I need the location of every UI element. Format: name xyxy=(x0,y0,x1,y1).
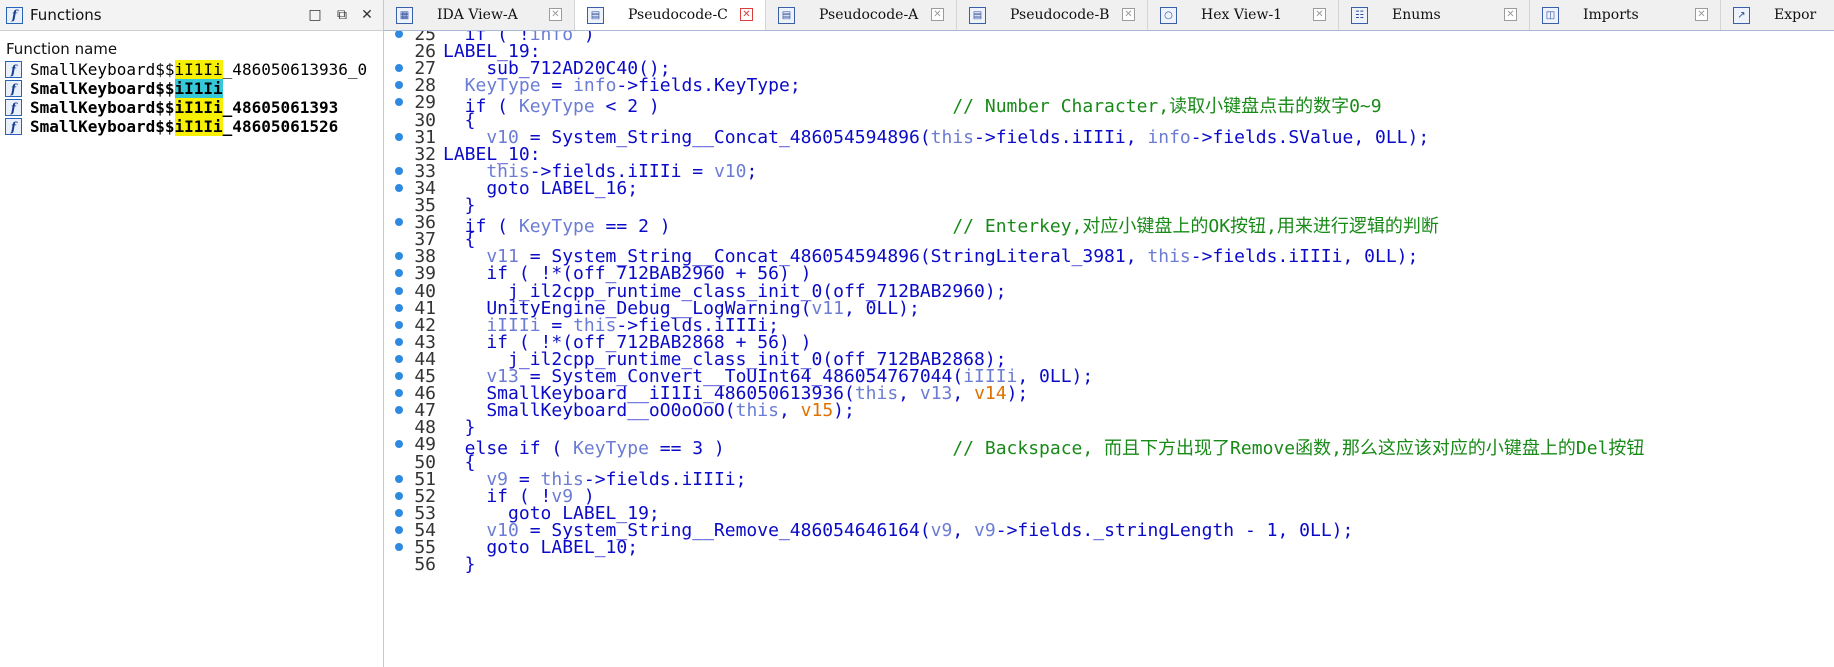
pseudocode-icon: ▤ xyxy=(587,6,604,24)
tab-imports[interactable]: ◫ Imports ✕ xyxy=(1530,0,1721,30)
function-list-item[interactable]: f SmallKeyboard$$iI1Ii_48605061526 xyxy=(0,117,383,136)
breakpoint-dot-icon[interactable] xyxy=(395,183,403,192)
breakpoint-dot-icon[interactable] xyxy=(395,320,403,329)
breakpoint-dot-icon[interactable] xyxy=(395,132,403,141)
tab-pseudocode-b[interactable]: ▤ Pseudocode-B ✕ xyxy=(957,0,1148,30)
function-icon: f xyxy=(5,99,22,116)
breakpoint-dot-icon[interactable] xyxy=(395,389,403,398)
tab-hex-view-1[interactable]: ○ Hex View-1 ✕ xyxy=(1148,0,1339,30)
function-name: SmallKeyboard$$iI1Ii_48605061393 xyxy=(30,98,338,117)
breakpoint-dot-icon[interactable] xyxy=(395,491,403,500)
breakpoint-dot-icon[interactable] xyxy=(395,269,403,278)
breakpoint-dot-icon[interactable] xyxy=(395,525,403,534)
tab-close-icon[interactable]: ✕ xyxy=(1313,8,1326,21)
breakpoint-dot-icon[interactable] xyxy=(395,543,403,551)
function-list: f SmallKeyboard$$iI1Ii_486050613936_0 f Sma… xyxy=(0,60,383,136)
function-icon: f xyxy=(6,6,23,24)
breakpoint-dot-icon[interactable] xyxy=(395,166,403,175)
breakpoint-dot-icon[interactable] xyxy=(395,286,403,295)
tab-close-icon[interactable]: ✕ xyxy=(1695,8,1708,21)
function-icon: f xyxy=(5,61,22,78)
tab-close-icon[interactable]: ✕ xyxy=(740,8,753,21)
exports-icon: ↗ xyxy=(1733,6,1750,24)
breakpoint-dot-icon[interactable] xyxy=(395,474,403,483)
tab-label: IDA View-A xyxy=(437,7,518,23)
breakpoint-dot-icon[interactable] xyxy=(395,64,403,73)
tab-pseudocode-a[interactable]: ▤ Pseudocode-A ✕ xyxy=(766,0,957,30)
breakpoint-dot-icon[interactable] xyxy=(395,354,403,363)
tab-bar: ▦ IDA View-A ✕ ▤ Pseudocode-C ✕ ▤ Pseudocode-A ✕… xyxy=(384,0,1834,31)
function-list-item[interactable]: f SmallKeyboard$$iI1Ii_486050613936_0 xyxy=(0,60,383,79)
breakpoint-dot-icon[interactable] xyxy=(395,508,403,517)
tab-label: Pseudocode-C xyxy=(628,7,728,23)
breakpoint-dot-icon[interactable] xyxy=(395,303,403,312)
breakpoint-dot-icon[interactable] xyxy=(395,81,403,90)
breakpoint-dot-icon[interactable] xyxy=(395,440,403,449)
code-text: } xyxy=(443,554,476,575)
breakpoint-dot-icon[interactable] xyxy=(395,98,403,107)
function-name-prefix: SmallKeyboard$$ xyxy=(30,98,175,117)
tab-label: Hex View-1 xyxy=(1201,7,1283,23)
tab-close-icon[interactable]: ✕ xyxy=(931,8,944,21)
function-name: SmallKeyboard$$iI1Ii xyxy=(30,79,223,98)
functions-title: Functions xyxy=(30,6,102,24)
tab-pseudocode-c[interactable]: ▤ Pseudocode-C ✕ xyxy=(575,0,766,30)
function-name-highlight: iI1Ii xyxy=(174,60,223,79)
maximize-icon[interactable]: □ xyxy=(306,6,324,24)
function-name-column-header[interactable]: Function name xyxy=(0,31,383,60)
restore-icon[interactable]: ⧉ xyxy=(333,6,351,24)
tab-label: Enums xyxy=(1392,7,1441,23)
tab-close-icon[interactable]: ✕ xyxy=(1504,8,1517,21)
ida-view-icon: ▦ xyxy=(396,6,413,24)
close-icon[interactable]: ✕ xyxy=(358,6,376,24)
code-line[interactable]: 56 } xyxy=(384,554,1834,576)
function-name-suffix: _48605061526 xyxy=(222,117,339,136)
function-name-prefix: SmallKeyboard$$ xyxy=(30,60,175,79)
breakpoint-dot-icon[interactable] xyxy=(395,372,403,380)
line-number: 56 xyxy=(414,554,436,576)
imports-icon: ◫ xyxy=(1542,6,1559,24)
function-name-highlight: iI1Ii xyxy=(174,98,223,117)
function-icon: f xyxy=(5,80,22,97)
tab-close-icon[interactable]: ✕ xyxy=(549,8,562,21)
tab-label: Expor xyxy=(1774,7,1817,23)
function-list-item[interactable]: f SmallKeyboard$$iI1Ii_48605061393 xyxy=(0,98,383,117)
functions-titlebar: f Functions □ ⧉ ✕ xyxy=(0,0,383,31)
pseudocode-icon: ▤ xyxy=(969,6,986,24)
function-name: SmallKeyboard$$iI1Ii_48605061526 xyxy=(30,117,338,136)
breakpoint-dot-icon[interactable] xyxy=(395,31,403,38)
code-token: } xyxy=(443,554,476,576)
breakpoint-dot-icon[interactable] xyxy=(395,337,403,346)
function-name-prefix: SmallKeyboard$$ xyxy=(30,79,175,98)
tab-label: Imports xyxy=(1583,7,1639,23)
tab-label: Pseudocode-A xyxy=(819,7,919,23)
function-name-highlight: iI1Ii xyxy=(174,117,223,136)
function-name: SmallKeyboard$$iI1Ii_486050613936_0 xyxy=(30,60,367,79)
enums-icon: ☷ xyxy=(1351,6,1368,24)
pseudocode-editor[interactable]: 25 if ( !info ) 26 LABEL_19: 27 sub_712AD20… xyxy=(384,31,1834,667)
hex-view-icon: ○ xyxy=(1160,6,1177,24)
tab-enums[interactable]: ☷ Enums ✕ xyxy=(1339,0,1530,30)
breakpoint-dot-icon[interactable] xyxy=(395,218,403,227)
function-list-item[interactable]: f SmallKeyboard$$iI1Ii xyxy=(0,79,383,98)
breakpoint-dot-icon[interactable] xyxy=(395,406,403,415)
breakpoint-dot-icon[interactable] xyxy=(395,252,403,261)
function-icon: f xyxy=(5,118,22,135)
function-name-suffix: _486050613936_0 xyxy=(222,60,368,79)
tab-ida-view-a[interactable]: ▦ IDA View-A ✕ xyxy=(384,0,575,30)
tab-expor[interactable]: ↗ Expor xyxy=(1721,0,1834,30)
function-name-highlight: iI1Ii xyxy=(174,79,223,98)
tab-label: Pseudocode-B xyxy=(1010,7,1110,23)
functions-panel: f Functions □ ⧉ ✕ Function name f SmallKe… xyxy=(0,0,384,667)
function-name-prefix: SmallKeyboard$$ xyxy=(30,117,175,136)
function-name-suffix: _48605061393 xyxy=(222,98,339,117)
tab-close-icon[interactable]: ✕ xyxy=(1122,8,1135,21)
pseudocode-icon: ▤ xyxy=(778,6,795,24)
